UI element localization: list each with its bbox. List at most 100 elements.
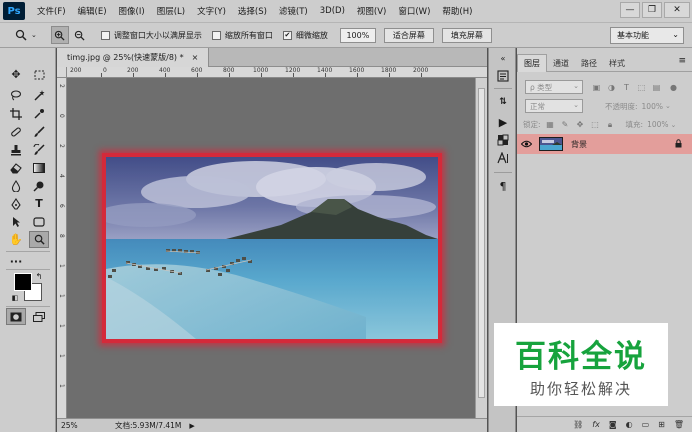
hand-tool-icon[interactable]: ✋ <box>6 231 26 248</box>
pixel-filter-icon[interactable]: ▣ <box>591 82 602 93</box>
tab-paths[interactable]: 路径 <box>575 54 603 72</box>
smart-object-filter-icon[interactable]: ▤ <box>651 82 662 93</box>
opacity-value[interactable]: 100% <box>642 102 663 111</box>
lock-pixels-icon[interactable]: ✎ <box>560 119 571 130</box>
blend-mode-select[interactable]: 正常 ⌄ <box>525 99 583 113</box>
menu-3d[interactable]: 3D(D) <box>320 6 345 16</box>
panel-menu-icon[interactable]: ≡ <box>678 56 686 66</box>
menu-image[interactable]: 图像(I) <box>119 5 145 17</box>
menu-select[interactable]: 选择(S) <box>238 5 267 17</box>
document-image-quick-mask[interactable] <box>102 153 442 343</box>
history-brush-tool-icon[interactable] <box>29 141 49 158</box>
marquee-tool-icon[interactable] <box>29 66 49 83</box>
blur-tool-icon[interactable] <box>6 177 26 194</box>
path-selection-tool-icon[interactable] <box>6 213 26 230</box>
trash-icon[interactable]: 🗑︎ <box>674 420 684 429</box>
menu-help[interactable]: 帮助(H) <box>442 5 472 17</box>
minimize-button[interactable]: — <box>620 2 640 18</box>
pen-tool-icon[interactable] <box>6 195 26 212</box>
eyedropper-tool-icon[interactable] <box>29 105 49 122</box>
close-button[interactable]: ✕ <box>664 2 690 18</box>
lock-transparent-icon[interactable]: ▦ <box>545 119 556 130</box>
adjustment-icon[interactable]: ◐ <box>626 420 633 429</box>
group-icon[interactable]: ▭ <box>642 420 650 429</box>
dodge-tool-icon[interactable] <box>29 177 49 194</box>
menu-filter[interactable]: 滤镜(T) <box>279 5 308 17</box>
magic-wand-tool-icon[interactable] <box>29 86 49 103</box>
scrubby-zoom-checkbox[interactable]: ✔ <box>282 30 292 40</box>
fx-icon[interactable]: fx <box>592 420 600 429</box>
gradient-tool-icon[interactable] <box>29 159 49 176</box>
collapse-dock-icon[interactable]: « <box>493 50 513 66</box>
adjustments-panel-icon[interactable] <box>493 132 513 148</box>
lasso-tool-icon[interactable] <box>6 86 26 103</box>
quick-mask-icon[interactable] <box>6 308 26 325</box>
healing-brush-tool-icon[interactable] <box>6 123 26 140</box>
menu-window[interactable]: 窗口(W) <box>398 5 430 17</box>
clone-stamp-tool-icon[interactable] <box>6 141 26 158</box>
fill-value[interactable]: 100% <box>647 120 668 129</box>
vertical-ruler[interactable]: 2 0 2 4 6 8 1 1 1 1 1 <box>57 78 67 418</box>
fill-screen-button[interactable]: 填充屏幕 <box>441 27 492 43</box>
eraser-tool-icon[interactable] <box>6 159 26 176</box>
kind-filter-select[interactable]: ρ 类型 ⌄ <box>525 80 583 94</box>
document-tab[interactable]: timg.jpg @ 25%(快速蒙版/8) * × <box>57 48 210 67</box>
layer-row[interactable]: 背景 <box>517 134 692 154</box>
canvas-area[interactable] <box>67 78 475 418</box>
menu-edit[interactable]: 编辑(E) <box>78 5 107 17</box>
foreground-color-swatch[interactable] <box>14 273 32 291</box>
actions-play-icon[interactable]: ▶ <box>493 114 513 130</box>
menu-type[interactable]: 文字(Y) <box>197 5 226 17</box>
lock-position-icon[interactable]: ✥ <box>575 119 586 130</box>
mask-icon[interactable]: ◙ <box>609 420 617 429</box>
vertical-scrollbar[interactable] <box>475 78 487 418</box>
zoom-level-field[interactable]: 25% <box>57 421 87 430</box>
resize-windows-checkbox[interactable] <box>100 30 110 40</box>
zoom-percent-field[interactable]: 100% <box>339 27 376 43</box>
chevron-down-icon[interactable]: ⌄ <box>665 102 671 110</box>
lock-artboard-icon[interactable]: ⬚ <box>590 119 601 130</box>
eye-icon[interactable] <box>517 140 535 148</box>
close-document-icon[interactable]: × <box>192 53 199 62</box>
new-layer-icon[interactable]: ⊞ <box>658 420 665 429</box>
adjustment-filter-icon[interactable]: ◑ <box>606 82 617 93</box>
tab-layers[interactable]: 图层 <box>517 54 547 72</box>
workspace-select[interactable]: 基本功能 ⌄ <box>610 27 684 44</box>
properties-panel-icon[interactable]: ⇅ <box>493 94 513 110</box>
edit-toolbar-icon[interactable]: ··· <box>6 253 26 270</box>
default-colors-icon[interactable]: ◧ <box>10 289 20 306</box>
filter-toggle-icon[interactable]: ● <box>668 82 679 93</box>
horizontal-ruler[interactable]: 200 0 200 400 600 800 1000 1200 1400 160… <box>67 67 487 78</box>
rectangle-tool-icon[interactable] <box>29 213 49 230</box>
ruler-origin[interactable] <box>57 67 67 78</box>
move-tool-icon[interactable]: ✥ <box>6 66 26 83</box>
menu-view[interactable]: 视图(V) <box>357 5 386 17</box>
zoom-in-icon[interactable] <box>50 26 69 44</box>
restore-button[interactable]: ❐ <box>642 2 662 18</box>
lock-all-icon[interactable]: 🔒︎ <box>605 119 616 130</box>
menu-file[interactable]: 文件(F) <box>37 5 66 17</box>
type-tool-icon[interactable]: T <box>29 195 49 212</box>
paragraph-panel-icon[interactable]: ¶ <box>493 178 513 194</box>
chevron-down-icon[interactable]: ⌄ <box>671 121 677 129</box>
zoom-tool-selected-icon[interactable] <box>29 231 49 248</box>
zoom-all-windows-checkbox[interactable] <box>211 30 221 40</box>
tab-channels[interactable]: 通道 <box>547 54 575 72</box>
brush-tool-icon[interactable] <box>29 123 49 140</box>
shape-filter-icon[interactable]: ⬚ <box>636 82 647 93</box>
swap-colors-icon[interactable]: ↰ <box>34 268 44 285</box>
tab-styles[interactable]: 样式 <box>603 54 631 72</box>
menu-layer[interactable]: 图层(L) <box>157 5 185 17</box>
link-icon[interactable]: ⛓ <box>573 420 583 429</box>
screen-mode-icon[interactable] <box>29 308 49 325</box>
scrollbar-thumb[interactable] <box>478 88 485 398</box>
tool-preset-chevron-icon[interactable]: ⌄ <box>31 31 37 39</box>
type-filter-icon[interactable]: T <box>621 82 632 93</box>
fit-screen-button[interactable]: 适合屏幕 <box>383 27 434 43</box>
character-panel-icon[interactable] <box>493 150 513 166</box>
zoom-tool-icon[interactable] <box>12 26 30 44</box>
crop-tool-icon[interactable] <box>6 105 26 122</box>
zoom-out-icon[interactable] <box>71 26 89 44</box>
history-panel-icon[interactable] <box>493 68 513 84</box>
status-menu-arrow-icon[interactable]: ▶ <box>189 422 194 430</box>
